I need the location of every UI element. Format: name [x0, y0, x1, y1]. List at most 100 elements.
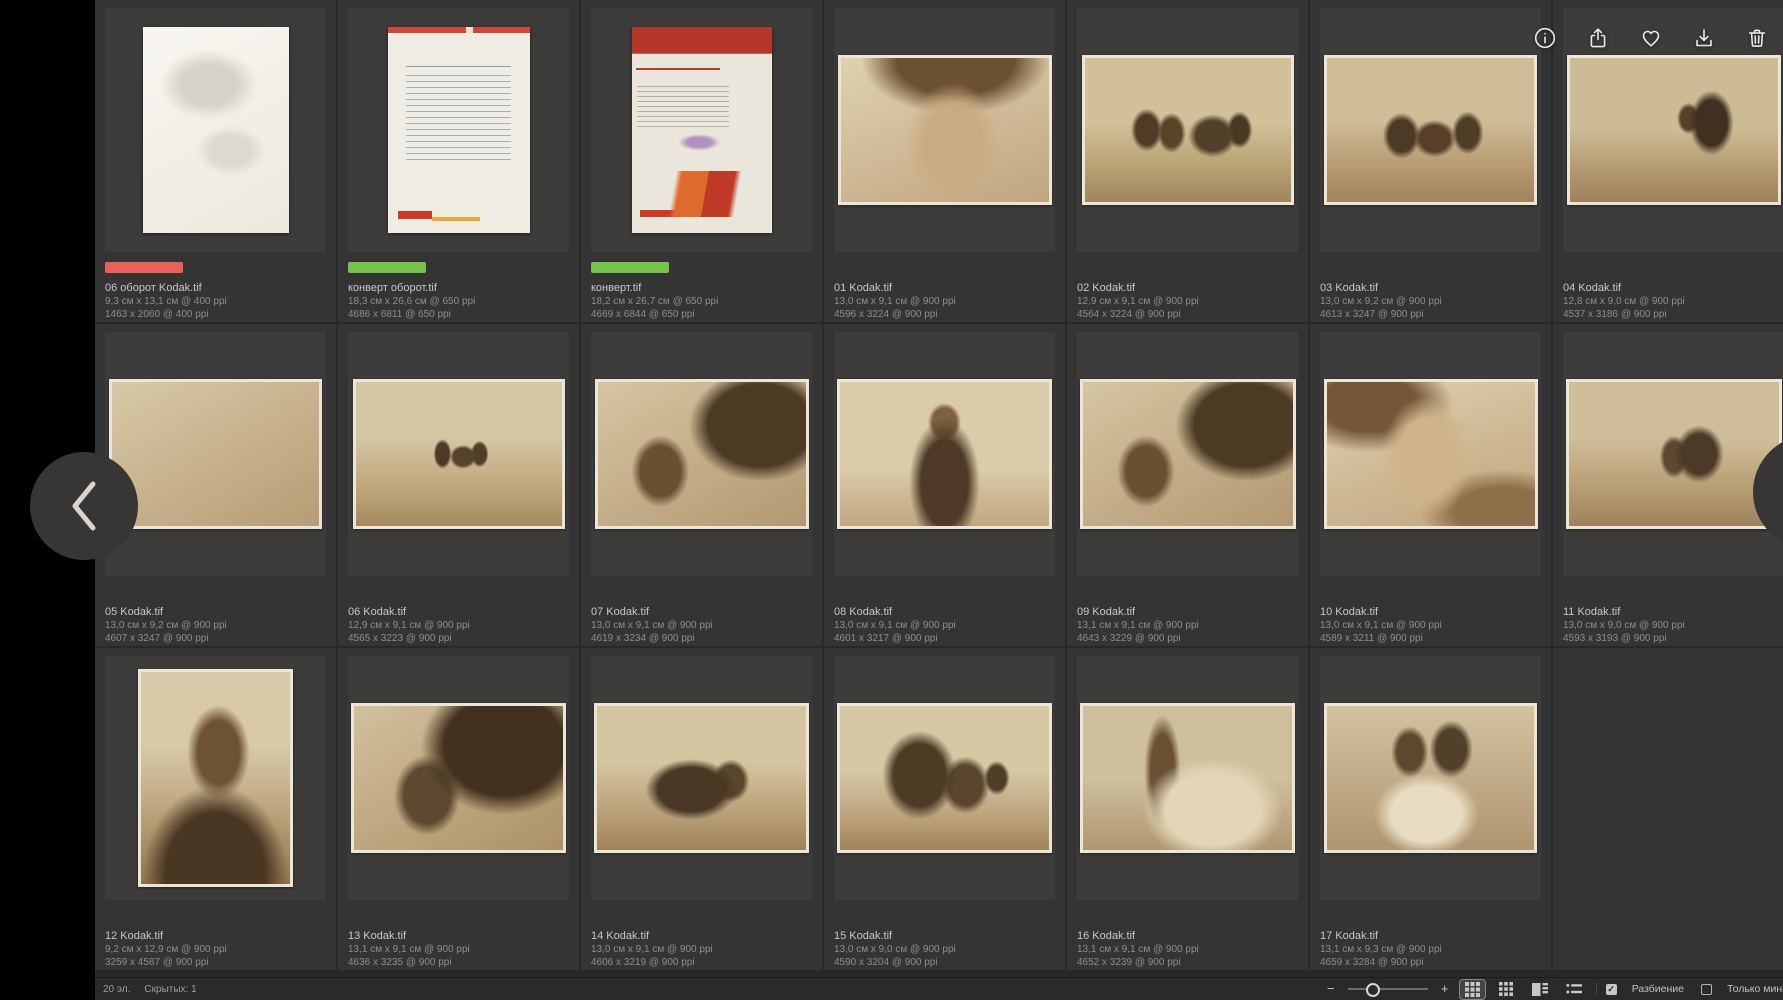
item-meta: 06 Kodak.tif 12,9 см x 9,1 см @ 900 ppi … [348, 606, 569, 645]
item-thumbnail[interactable] [353, 379, 565, 529]
grid-cell[interactable]: 17 Kodak.tif 13,1 см x 9,3 см @ 900 ppi … [1310, 648, 1551, 970]
grid-small-view-button[interactable] [1494, 980, 1519, 999]
thumbnail-size-slider[interactable] [1348, 988, 1428, 990]
grid-cell[interactable]: 06 оборот Kodak.tif 9,3 см x 13,1 см @ 4… [95, 0, 336, 322]
color-tag[interactable] [348, 262, 426, 273]
item-thumbnail[interactable] [595, 379, 809, 529]
tag-row [834, 910, 1065, 921]
item-filename: 02 Kodak.tif [1077, 282, 1298, 295]
item-thumbnail[interactable] [388, 27, 530, 233]
item-filename: 06 Kodak.tif [348, 606, 569, 619]
item-pixels: 4619 x 3234 @ 900 ppi [591, 632, 812, 645]
item-thumbnail[interactable] [1567, 55, 1781, 205]
color-tag[interactable] [105, 262, 183, 273]
item-thumbnail[interactable] [632, 27, 772, 233]
item-thumbnail[interactable] [1080, 703, 1295, 853]
tag-row [1077, 586, 1308, 597]
thumbnail-well [1563, 332, 1783, 576]
download-icon[interactable] [1692, 26, 1716, 50]
item-size: 13,0 см x 9,2 см @ 900 ppi [1320, 295, 1541, 308]
item-filename: 14 Kodak.tif [591, 930, 812, 943]
thumbnail-well [1320, 8, 1541, 252]
item-size: 13,0 см x 9,1 см @ 900 ppi [591, 943, 812, 956]
item-pixels: 4537 x 3186 @ 900 ppi [1563, 308, 1783, 321]
grid-cell[interactable]: 08 Kodak.tif 13,0 см x 9,1 см @ 900 ppi … [824, 324, 1065, 646]
tag-row [348, 910, 579, 921]
item-filename: 01 Kodak.tif [834, 282, 1055, 295]
item-size: 13,1 см x 9,1 см @ 900 ppi [1077, 943, 1298, 956]
tag-row [105, 910, 336, 921]
item-thumbnail[interactable] [1080, 379, 1296, 529]
grid-cell[interactable]: 15 Kodak.tif 13,0 см x 9,0 см @ 900 ppi … [824, 648, 1065, 970]
item-thumbnail[interactable] [594, 703, 809, 853]
delete-icon[interactable] [1745, 26, 1769, 50]
item-size: 13,0 см x 9,0 см @ 900 ppi [834, 943, 1055, 956]
grid-cell[interactable]: 06 Kodak.tif 12,9 см x 9,1 см @ 900 ppi … [338, 324, 579, 646]
grid-cell[interactable]: 16 Kodak.tif 13,1 см x 9,1 см @ 900 ppi … [1067, 648, 1308, 970]
grid-row-2: 05 Kodak.tif 13,0 см x 9,2 см @ 900 ppi … [95, 324, 1783, 646]
status-right: − + [1325, 979, 1783, 999]
tag-row [348, 262, 579, 273]
item-thumbnail[interactable] [837, 703, 1052, 853]
item-thumbnail[interactable] [143, 27, 289, 233]
grid-large-view-button[interactable] [1460, 980, 1485, 999]
zoom-out-button[interactable]: − [1325, 979, 1337, 999]
item-thumbnail[interactable] [837, 379, 1052, 529]
list-view-button[interactable] [1562, 980, 1587, 999]
tag-row [105, 262, 336, 273]
grid-cell[interactable]: 02 Kodak.tif 12,9 см x 9,1 см @ 900 ppi … [1067, 0, 1308, 322]
item-thumbnail[interactable] [109, 379, 322, 529]
item-thumbnail[interactable] [1082, 55, 1294, 205]
grid-cell[interactable]: 12 Kodak.tif 9,2 см x 12,9 см @ 900 ppi … [95, 648, 336, 970]
slider-knob-icon[interactable] [1366, 983, 1380, 997]
grid-cell[interactable]: 14 Kodak.tif 13,0 см x 9,1 см @ 900 ppi … [581, 648, 822, 970]
item-thumbnail[interactable] [838, 55, 1052, 205]
grid-cell[interactable]: 07 Kodak.tif 13,0 см x 9,1 см @ 900 ppi … [581, 324, 822, 646]
grid-cell-empty [1553, 648, 1783, 970]
color-tag[interactable] [591, 262, 669, 273]
item-filename: 03 Kodak.tif [1320, 282, 1541, 295]
photo-browser: 06 оборот Kodak.tif 9,3 см x 13,1 см @ 4… [0, 0, 1783, 1000]
thumbnails-only-checkbox[interactable] [1701, 984, 1712, 995]
grid-cell[interactable]: 11 Kodak.tif 13,0 см x 9,0 см @ 900 ppi … [1553, 324, 1783, 646]
item-thumbnail[interactable] [1324, 379, 1538, 529]
status-left: 20 эл. Скрытых: 1 [103, 984, 197, 995]
item-pixels: 4652 x 3239 @ 900 ppi [1077, 956, 1298, 969]
item-thumbnail[interactable] [351, 703, 566, 853]
grid-cell[interactable]: 03 Kodak.tif 13,0 см x 9,2 см @ 900 ppi … [1310, 0, 1551, 322]
item-pixels: 4564 x 3224 @ 900 ppi [1077, 308, 1298, 321]
item-pixels: 4593 x 3193 @ 900 ppi [1563, 632, 1783, 645]
share-icon[interactable] [1586, 26, 1610, 50]
grid-cell[interactable]: конверт оборот.tif 18,3 см x 26,6 см @ 6… [338, 0, 579, 322]
item-meta: 09 Kodak.tif 13,1 см x 9,1 см @ 900 ppi … [1077, 606, 1298, 645]
grid-cell[interactable]: конверт.tif 18,2 см x 26,7 см @ 650 ppi … [581, 0, 822, 322]
tag-row [348, 586, 579, 597]
grid-cell[interactable]: 10 Kodak.tif 13,0 см x 9,1 см @ 900 ppi … [1310, 324, 1551, 646]
thumbnail-well [105, 656, 326, 900]
item-meta: 10 Kodak.tif 13,0 см x 9,1 см @ 900 ppi … [1320, 606, 1541, 645]
tag-row [1320, 910, 1551, 921]
grid-cell[interactable]: 01 Kodak.tif 13,0 см x 9,1 см @ 900 ppi … [824, 0, 1065, 322]
item-filename: 15 Kodak.tif [834, 930, 1055, 943]
item-thumbnail[interactable] [1324, 55, 1537, 205]
grid-row-3: 12 Kodak.tif 9,2 см x 12,9 см @ 900 ppi … [95, 648, 1783, 970]
item-size: 13,1 см x 9,1 см @ 900 ppi [348, 943, 569, 956]
item-filename: 09 Kodak.tif [1077, 606, 1298, 619]
thumbnail-well [348, 8, 569, 252]
grid-cell[interactable]: 13 Kodak.tif 13,1 см x 9,1 см @ 900 ppi … [338, 648, 579, 970]
thumbnails-only-label: Только миниат [1727, 983, 1783, 995]
info-icon[interactable] [1533, 26, 1557, 50]
item-pixels: 4590 x 3204 @ 900 ppi [834, 956, 1055, 969]
favorite-icon[interactable] [1639, 26, 1663, 50]
zoom-in-button[interactable]: + [1439, 979, 1451, 999]
item-thumbnail[interactable] [1566, 379, 1782, 529]
item-thumbnail[interactable] [138, 669, 293, 887]
split-toggle-checkbox[interactable]: ✓ [1606, 984, 1617, 995]
grid-cell[interactable]: 09 Kodak.tif 13,1 см x 9,1 см @ 900 ppi … [1067, 324, 1308, 646]
item-size: 13,0 см x 9,1 см @ 900 ppi [591, 619, 812, 632]
previous-page-button[interactable] [30, 452, 138, 560]
item-thumbnail[interactable] [1324, 703, 1537, 853]
thumbnail-well [834, 656, 1055, 900]
split-view-button[interactable] [1528, 980, 1553, 999]
item-size: 13,0 см x 9,1 см @ 900 ppi [834, 295, 1055, 308]
